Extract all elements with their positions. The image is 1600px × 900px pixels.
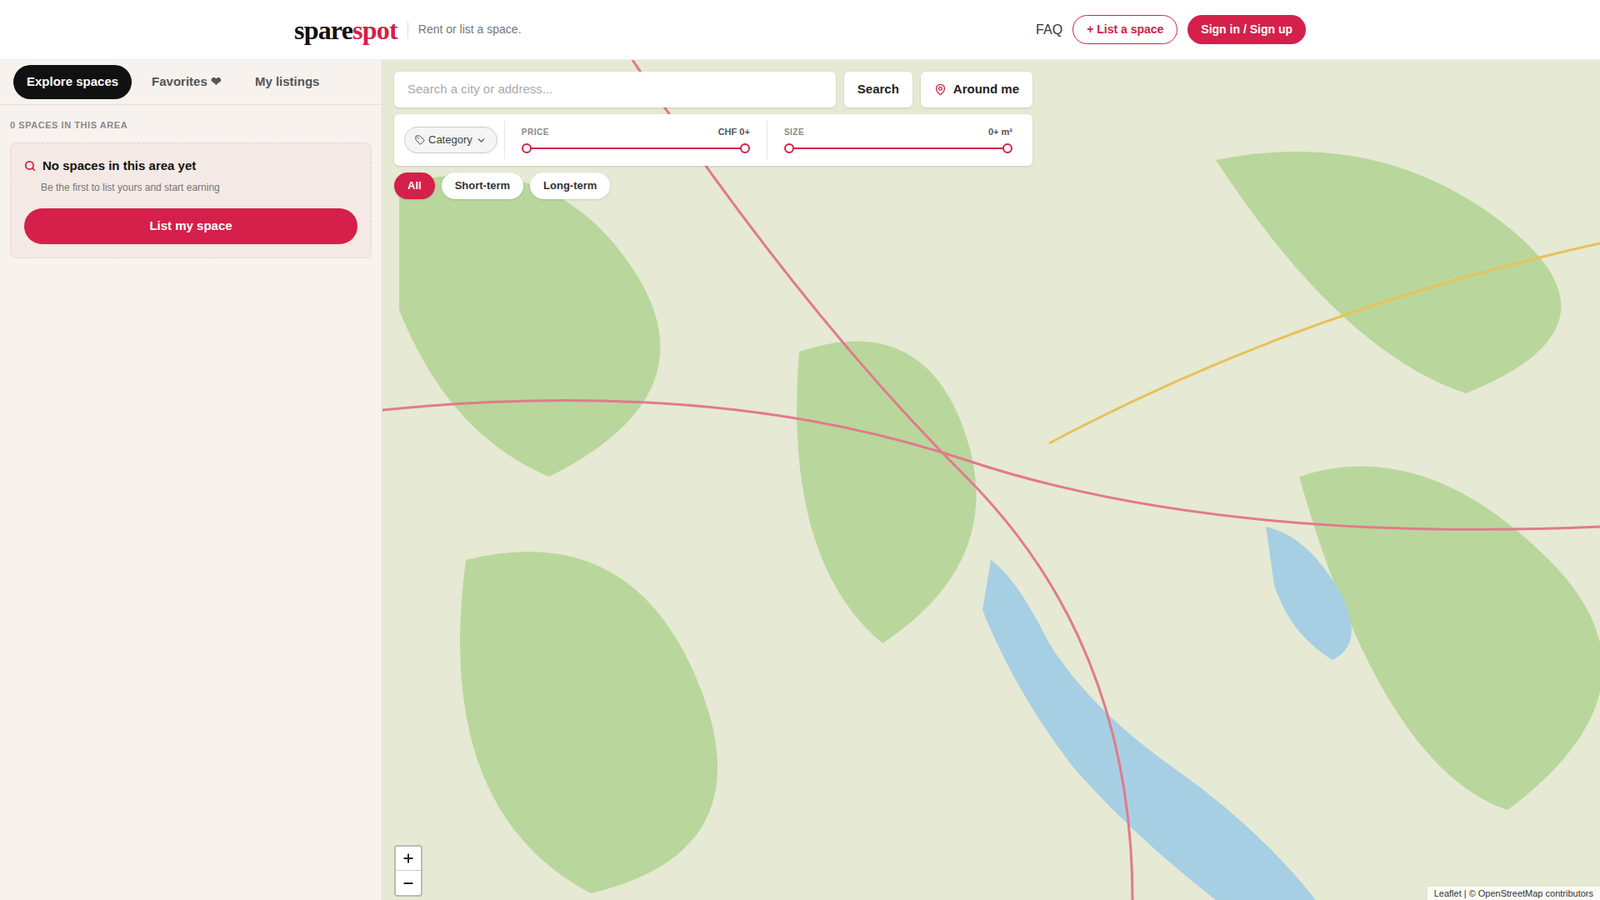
term-chip[interactable]: Short-term bbox=[441, 172, 524, 200]
range-slider[interactable]: PRICE CHF 0+ bbox=[511, 121, 760, 160]
location-pin-icon bbox=[934, 83, 947, 96]
search-icon bbox=[24, 160, 36, 172]
chevron-down-icon bbox=[475, 135, 487, 146]
around-me-button[interactable]: Around me bbox=[920, 71, 1033, 108]
logo[interactable]: sparespot bbox=[294, 16, 398, 44]
range-slider[interactable]: SIZE 0+ m² bbox=[774, 121, 1023, 160]
search-button[interactable]: Search bbox=[844, 71, 913, 108]
slider-track[interactable] bbox=[526, 141, 745, 155]
slider-handle[interactable] bbox=[1002, 143, 1013, 154]
sign-in-button[interactable]: Sign in / Sign up bbox=[1187, 15, 1306, 45]
map[interactable]: Search a city or address...SearchAround … bbox=[382, 60, 1600, 900]
sidebar-tab[interactable]: My listings bbox=[241, 65, 334, 100]
zoom-in-button[interactable] bbox=[395, 846, 421, 871]
slider-handle[interactable] bbox=[740, 143, 750, 154]
term-chips: AllShort-termLong-term bbox=[394, 172, 1033, 200]
category-dropdown[interactable]: Category bbox=[404, 126, 498, 154]
slider-reading: CHF 0+ bbox=[718, 125, 750, 140]
sidebar-tab[interactable]: Explore spaces bbox=[13, 65, 132, 100]
tagline: Rent or list a space. bbox=[418, 20, 522, 39]
empty-subtitle: Be the first to list yours and start ear… bbox=[40, 180, 358, 195]
list-my-space-button[interactable]: List my space bbox=[24, 208, 358, 245]
slider-label: PRICE bbox=[521, 125, 550, 139]
list-space-button[interactable]: + List a space bbox=[1072, 15, 1178, 45]
tag-icon bbox=[415, 135, 425, 145]
map-attribution: Leaflet | © OpenStreetMap contributors bbox=[1427, 886, 1600, 900]
slider-handle[interactable] bbox=[784, 143, 795, 154]
sidebar-tab[interactable]: Favorites ❤ bbox=[138, 65, 235, 100]
slider-label: SIZE bbox=[784, 125, 805, 139]
zoom-controls bbox=[394, 845, 423, 897]
search-input[interactable]: Search a city or address... bbox=[394, 71, 836, 108]
result-count: 0 SPACES IN THIS AREA bbox=[0, 105, 382, 143]
filter-panel: Category PRICE CHF 0+ SIZE 0+ m² bbox=[394, 114, 1033, 166]
top-bar: sparespot Rent or list a space. FAQ + List … bbox=[0, 0, 1600, 60]
empty-title: No spaces in this area yet bbox=[42, 156, 196, 176]
sidebar: Explore spacesFavorites ❤My listings0 SP… bbox=[0, 60, 383, 900]
empty-state-card: No spaces in this area yet Be the first t… bbox=[10, 142, 372, 259]
zoom-out-button[interactable] bbox=[395, 870, 421, 895]
term-chip[interactable]: All bbox=[394, 172, 435, 200]
term-chip[interactable]: Long-term bbox=[530, 172, 610, 200]
plus-icon bbox=[401, 851, 415, 865]
slider-track[interactable] bbox=[789, 141, 1008, 155]
sidebar-tabs: Explore spacesFavorites ❤My listings bbox=[0, 60, 382, 105]
faq-link[interactable]: FAQ bbox=[1035, 20, 1063, 40]
slider-reading: 0+ m² bbox=[988, 125, 1013, 140]
minus-icon bbox=[401, 876, 415, 890]
slider-handle[interactable] bbox=[521, 143, 532, 154]
app: sparespot Rent or list a space. FAQ + List … bbox=[0, 0, 1600, 900]
